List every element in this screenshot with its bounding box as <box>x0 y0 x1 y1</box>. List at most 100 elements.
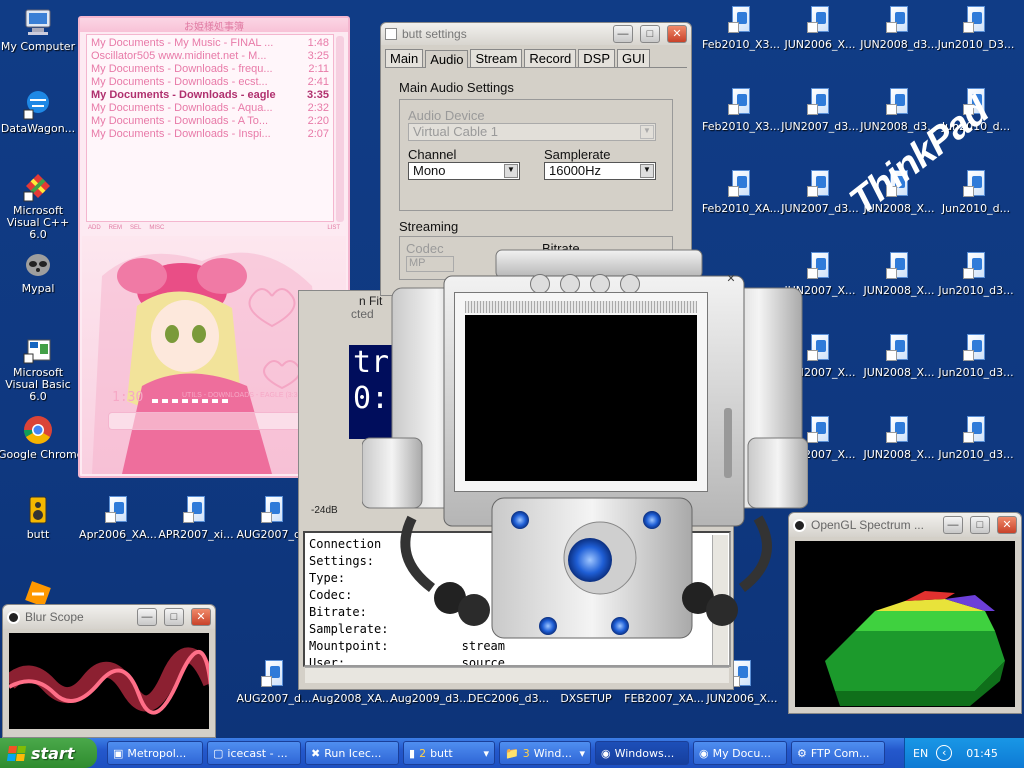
playlist-item[interactable]: My Documents - Downloads - eagle 3:35 <box>91 89 329 102</box>
playlist-item-title: My Documents - Downloads - frequ... <box>91 63 273 75</box>
desktop-icon-jun2008-e[interactable]: JUN2008_X... <box>859 332 939 379</box>
language-indicator[interactable]: EN <box>913 747 928 760</box>
robot-close-icon[interactable]: ✕ <box>724 272 738 286</box>
spectrum-titlebar[interactable]: OpenGL Spectrum ... — □ ✕ <box>789 513 1021 537</box>
playlist-item-title: My Documents - Downloads - Inspi... <box>91 128 271 140</box>
desktop-icon-jun2010-c[interactable]: Jun2010_d... <box>936 168 1016 215</box>
sel-button[interactable]: SEL <box>130 225 141 231</box>
tab-main[interactable]: Main <box>385 49 424 67</box>
tab-gui[interactable]: GUI <box>617 49 651 67</box>
playlist-item[interactable]: My Documents - My Music - FINAL ... 1:48 <box>91 37 329 50</box>
desktop-icon-feb2010-a[interactable]: Feb2010_X3... <box>701 4 781 51</box>
list-button[interactable]: LIST <box>327 225 340 231</box>
desktop-icon-mypal[interactable]: Mypal <box>0 248 78 295</box>
maximize-button[interactable]: □ <box>164 608 184 626</box>
channel-select[interactable]: Mono ▼ <box>408 162 520 180</box>
taskbar-item-my-documents[interactable]: ◉ My Docu... <box>693 741 787 765</box>
db-label: -24dB <box>311 505 338 516</box>
tray-expand-icon[interactable]: ‹ <box>936 745 953 761</box>
audio-device-select[interactable]: Virtual Cable 1 ▼ <box>408 123 656 141</box>
desktop-icon-apr2007[interactable]: APR2007_xi... <box>156 494 236 541</box>
desktop-icon-datawagon[interactable]: DataWagon... <box>0 88 78 135</box>
misc-button[interactable]: MISC <box>149 225 164 231</box>
playlist-item[interactable]: My Documents - Downloads - ecst... 2:41 <box>91 76 329 89</box>
opengl-spectrum-window[interactable]: OpenGL Spectrum ... — □ ✕ <box>788 512 1022 714</box>
folder-icon: 📁 <box>505 746 519 760</box>
taskbar-item-windows-media[interactable]: ◉ Windows... <box>595 741 689 765</box>
tab-stream[interactable]: Stream <box>470 49 523 67</box>
desktop-icon-apr2006[interactable]: Apr2006_XA... <box>78 494 158 541</box>
desktop-icon-feb2010-b[interactable]: Feb2010_X3... <box>701 86 781 133</box>
playlist-item-title: My Documents - Downloads - A To... <box>91 115 269 127</box>
minimize-button[interactable]: — <box>943 516 963 534</box>
close-button[interactable]: ✕ <box>191 608 211 626</box>
start-button[interactable]: start <box>0 738 97 768</box>
explorer-icon: ▢ <box>213 746 224 760</box>
taskbar-group-butt[interactable]: ▮ 2 butt ▾ <box>403 741 495 765</box>
winamp-robot-skin[interactable]: ✕ <box>361 248 809 644</box>
top-button-1[interactable] <box>530 274 550 294</box>
info-hscrollbar[interactable] <box>305 667 729 683</box>
taskbar-item-run-icecast[interactable]: ✖ Run Icec... <box>305 741 399 765</box>
datawagon-icon <box>22 88 54 120</box>
taskbar-group-windows[interactable]: 📁 3 Wind... ▾ <box>499 741 591 765</box>
playlist-item[interactable]: My Documents - Downloads - frequ... 2:11 <box>91 63 329 76</box>
visual-cpp-icon <box>22 170 54 202</box>
desktop-icon-jun2010-a[interactable]: Jun2010_D3... <box>936 4 1016 51</box>
tab-dsp[interactable]: DSP <box>578 49 615 67</box>
samplerate-label: Samplerate <box>544 147 611 162</box>
taskbar-item-ftp[interactable]: ⚙ FTP Com... <box>791 741 885 765</box>
samplerate-select[interactable]: 16000Hz ▼ <box>544 162 656 180</box>
close-button[interactable]: ✕ <box>667 25 687 43</box>
maximize-button[interactable]: □ <box>640 25 660 43</box>
minimize-button[interactable]: — <box>613 25 633 43</box>
playlist-item-duration: 2:32 <box>307 102 329 114</box>
add-button[interactable]: ADD <box>88 225 101 231</box>
playlist-title[interactable]: お姫様処事簿 <box>80 18 348 33</box>
top-button-3[interactable] <box>590 274 610 294</box>
butt-settings-titlebar[interactable]: butt settings — □ ✕ <box>381 23 691 45</box>
maximize-button[interactable]: □ <box>970 516 990 534</box>
desktop-icon-jun2010-d[interactable]: Jun2010_d3... <box>936 250 1016 297</box>
app-icon: ▣ <box>113 746 124 760</box>
tab-record[interactable]: Record <box>524 49 577 67</box>
desktop-icon-vc6[interactable]: Microsoft Visual C++ 6.0 <box>0 170 78 241</box>
winamp-icon: ◉ <box>699 746 709 760</box>
taskbar-item-metropol[interactable]: ▣ Metropol... <box>107 741 203 765</box>
desktop-icon-jun2007-a[interactable]: JUN2007_d3... <box>780 86 860 133</box>
volume-slider[interactable] <box>724 408 732 478</box>
playlist-item[interactable]: My Documents - Downloads - Aqua... 2:32 <box>91 102 329 115</box>
desktop-icon-butt[interactable]: butt <box>0 494 78 541</box>
desktop-icon-jun2008-a[interactable]: JUN2008_d3... <box>859 4 939 51</box>
tab-audio[interactable]: Audio <box>425 50 469 68</box>
desktop-icon-jun2010-e[interactable]: Jun2010_d3... <box>936 332 1016 379</box>
playlist-item[interactable]: My Documents - Downloads - Inspi... 2:07 <box>91 128 329 141</box>
top-button-2[interactable] <box>560 274 580 294</box>
winamp-ticker: UTILS - DOWNLOADS - EAGLE (3:35) <box>182 392 304 399</box>
playlist-list[interactable]: My Documents - My Music - FINAL ... 1:48 O… <box>86 34 334 222</box>
playlist-item[interactable]: Oscillator505 www.midinet.net - M... 3:25 <box>91 50 329 63</box>
playlist-item[interactable]: My Documents - Downloads - A To... 2:20 <box>91 115 329 128</box>
desktop-icon-my-computer[interactable]: My Computer <box>0 6 78 53</box>
desktop-icon-feb2010-c[interactable]: Feb2010_XA... <box>701 168 781 215</box>
desktop-icon-jun2010-f[interactable]: Jun2010_d3... <box>936 414 1016 461</box>
clock: 01:45 <box>966 746 998 760</box>
desktop-icon-jun2006-a[interactable]: JUN2006_X... <box>780 4 860 51</box>
playlist-item-duration: 2:11 <box>308 63 329 75</box>
play-button[interactable] <box>566 536 610 580</box>
playlist-item-duration: 1:48 <box>307 37 329 49</box>
rem-button[interactable]: REM <box>109 225 122 231</box>
desktop-icon-chrome[interactable]: Google Chrome <box>0 414 78 461</box>
desktop-icon-jun2008-d[interactable]: JUN2008_X... <box>859 250 939 297</box>
minimize-button[interactable]: — <box>137 608 157 626</box>
playlist-scrollbar[interactable] <box>336 36 344 222</box>
close-button[interactable]: ✕ <box>997 516 1017 534</box>
playlist-item-duration: 2:07 <box>307 128 329 140</box>
taskbar-item-icecast[interactable]: ▢ icecast - ... <box>207 741 301 765</box>
playlist-item-duration: 2:41 <box>307 76 329 88</box>
desktop-icon-vb6[interactable]: Microsoft Visual Basic 6.0 <box>0 332 78 403</box>
blur-scope-window[interactable]: Blur Scope — □ ✕ <box>2 604 216 738</box>
desktop-icon-jun2008-f[interactable]: JUN2008_X... <box>859 414 939 461</box>
top-button-4[interactable] <box>620 274 640 294</box>
blur-scope-titlebar[interactable]: Blur Scope — □ ✕ <box>3 605 215 629</box>
